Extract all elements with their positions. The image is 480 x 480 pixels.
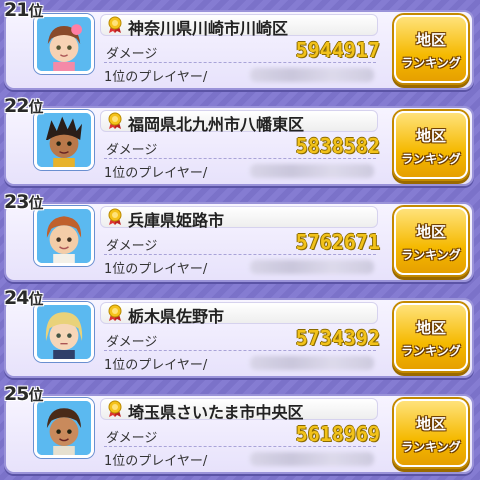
divider bbox=[104, 254, 376, 255]
area-name: 神奈川県川崎市川崎区 bbox=[128, 19, 289, 38]
damage-value: 5944917 bbox=[295, 38, 380, 62]
area-name: 埼玉県さいたま市中央区 bbox=[128, 403, 304, 422]
damage-label: ダメージ bbox=[106, 239, 158, 254]
button-label-line2: ランキング bbox=[401, 152, 461, 166]
ranking-row: 22位 福岡県北九州市八幡東区 ダメージ 5838582 1位のプレイヤー/ 地… bbox=[0, 95, 480, 186]
rank-number: 23位 bbox=[4, 191, 43, 213]
medal-icon bbox=[108, 400, 122, 417]
ranking-list: 21位 神奈川県川崎市川崎区 ダメージ 5944917 1位のプレイヤー/ 地区… bbox=[0, 0, 480, 480]
blurred-player-name bbox=[250, 356, 374, 370]
damage-label: ダメージ bbox=[106, 431, 158, 446]
button-label-line2: ランキング bbox=[401, 344, 461, 358]
ranking-row: 24位 栃木県佐野市 ダメージ 5734392 1位のプレイヤー/ 地区 ランキ… bbox=[0, 287, 480, 378]
button-label-line2: ランキング bbox=[401, 56, 461, 70]
divider bbox=[104, 446, 376, 447]
blurred-player-name bbox=[250, 452, 374, 466]
button-label-line2: ランキング bbox=[401, 248, 461, 262]
button-label-line2: ランキング bbox=[401, 440, 461, 454]
button-label-line1: 地区 bbox=[415, 31, 446, 49]
top-player-label: 1位のプレイヤー/ bbox=[104, 454, 208, 469]
damage-value: 5618969 bbox=[295, 422, 380, 446]
regional-ranking-button[interactable]: 地区 ランキング bbox=[394, 111, 468, 179]
area-name: 栃木県佐野市 bbox=[128, 307, 225, 326]
rank-number: 21位 bbox=[4, 0, 43, 21]
blonde-hair-icon bbox=[34, 302, 94, 362]
rank-number: 24位 bbox=[4, 287, 43, 309]
damage-value: 5762671 bbox=[295, 230, 380, 254]
damage-value: 5734392 bbox=[295, 326, 380, 350]
area-name: 福岡県北九州市八幡東区 bbox=[128, 115, 305, 134]
top-player-label: 1位のプレイヤー/ bbox=[104, 262, 208, 277]
area-name: 兵庫県姫路市 bbox=[128, 211, 225, 230]
ranking-row: 23位 兵庫県姫路市 ダメージ 5762671 1位のプレイヤー/ 地区 ランキ… bbox=[0, 191, 480, 282]
regional-ranking-button[interactable]: 地区 ランキング bbox=[394, 399, 468, 467]
medal-icon bbox=[108, 112, 122, 129]
divider bbox=[104, 62, 376, 63]
button-label-line1: 地区 bbox=[415, 415, 446, 433]
medal-icon bbox=[108, 16, 122, 33]
damage-label: ダメージ bbox=[106, 47, 158, 62]
top-player-label: 1位のプレイヤー/ bbox=[104, 358, 208, 373]
blurred-player-name bbox=[250, 68, 374, 82]
boy-brown-hair-icon bbox=[34, 206, 94, 266]
girl-brown-hair-bow-icon bbox=[34, 14, 94, 74]
damage-label: ダメージ bbox=[106, 143, 158, 158]
top-player-label: 1位のプレイヤー/ bbox=[104, 70, 208, 85]
regional-ranking-button[interactable]: 地区 ランキング bbox=[394, 207, 468, 275]
rank-number: 25位 bbox=[4, 383, 43, 405]
boy-tan-skin-icon bbox=[34, 398, 94, 458]
button-label-line1: 地区 bbox=[415, 223, 446, 241]
divider bbox=[104, 350, 376, 351]
regional-ranking-button[interactable]: 地区 ランキング bbox=[394, 303, 468, 371]
top-player-label: 1位のプレイヤー/ bbox=[104, 166, 208, 181]
button-label-line1: 地区 bbox=[415, 319, 446, 337]
medal-icon bbox=[108, 304, 122, 321]
ranking-row: 25位 埼玉県さいたま市中央区 ダメージ 5618969 1位のプレイヤー/ 地… bbox=[0, 383, 480, 474]
boy-dark-spiky-hair-icon bbox=[34, 110, 94, 170]
blurred-player-name bbox=[250, 164, 374, 178]
medal-icon bbox=[108, 208, 122, 225]
divider bbox=[104, 158, 376, 159]
regional-ranking-button[interactable]: 地区 ランキング bbox=[394, 15, 468, 83]
button-label-line1: 地区 bbox=[415, 127, 446, 145]
damage-value: 5838582 bbox=[295, 134, 380, 158]
damage-label: ダメージ bbox=[106, 335, 158, 350]
ranking-row: 21位 神奈川県川崎市川崎区 ダメージ 5944917 1位のプレイヤー/ 地区… bbox=[0, 0, 480, 90]
blurred-player-name bbox=[250, 260, 374, 274]
rank-number: 22位 bbox=[4, 95, 43, 117]
